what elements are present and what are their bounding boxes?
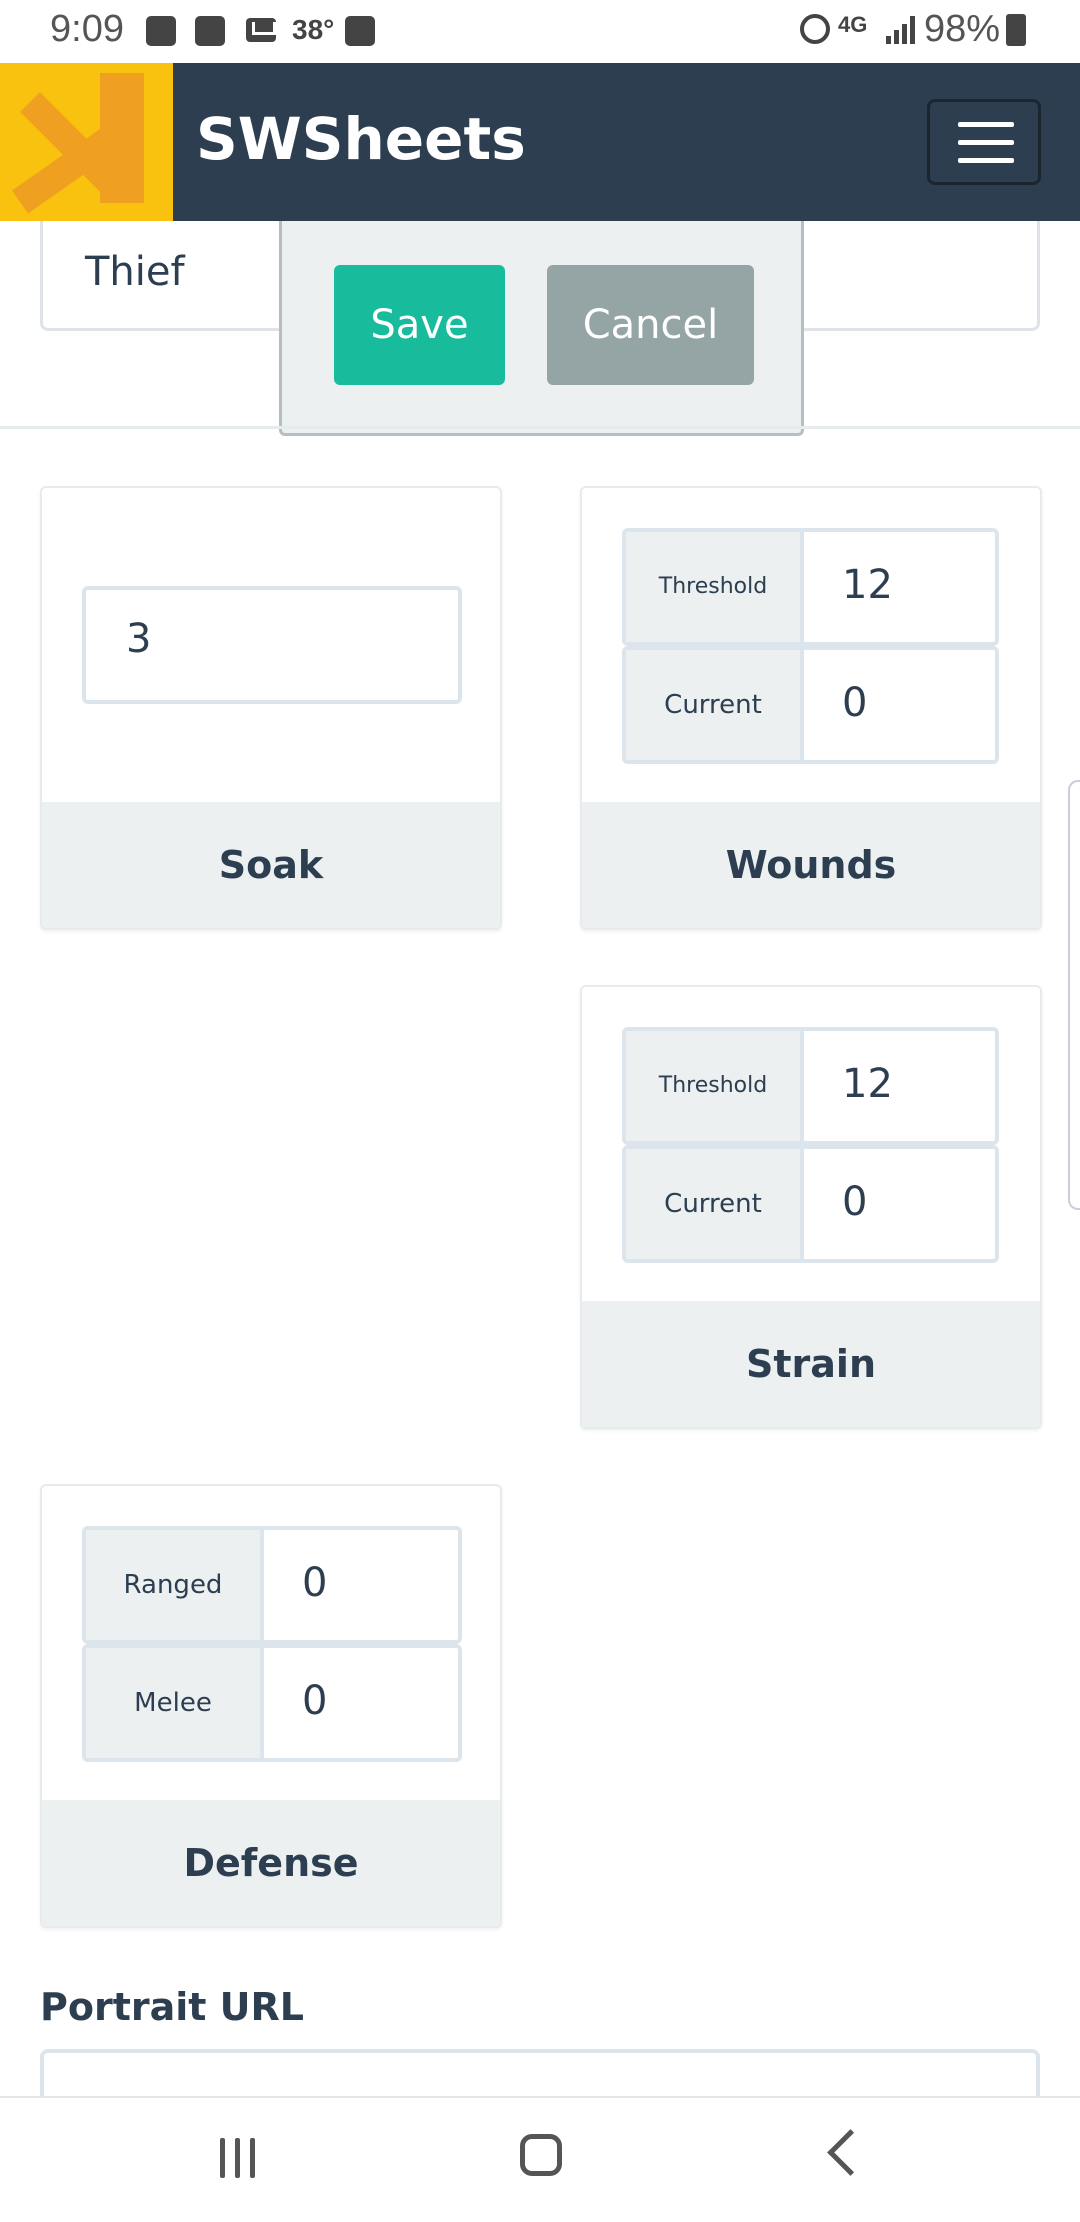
portrait-url-label: Portrait URL [40,1985,304,2029]
mail-icon [246,18,276,42]
defense-melee-input[interactable]: 0 [302,1678,327,1724]
class-value: Thief [85,249,185,295]
strain-current-label: Current [626,1149,804,1259]
temperature-text: 38° [292,14,335,45]
wounds-threshold-label: Threshold [626,532,804,642]
soak-value: 3 [126,616,152,662]
wounds-card: Threshold 12 Current 0 Wounds [580,486,1042,930]
defense-melee-group[interactable]: Melee 0 [82,1644,462,1762]
system-nav-bar [0,2096,1080,2222]
brand-title[interactable]: SWSheets [196,105,526,173]
defense-ranged-group[interactable]: Ranged 0 [82,1526,462,1644]
screenshot-icon [345,16,375,46]
status-time: 9:09 [50,8,124,50]
soak-card: 3 Soak [40,486,502,930]
strain-threshold-input[interactable]: 12 [842,1061,893,1107]
network-icon: 4G [838,12,868,37]
strain-current-group[interactable]: Current 0 [622,1145,999,1263]
cancel-button[interactable]: Cancel [547,265,754,385]
edge-panel-handle[interactable] [1068,780,1080,1210]
battery-percent: 98% [923,8,1000,50]
status-bar: 9:09 38° 4G 98% [0,0,1080,63]
defense-melee-label: Melee [86,1648,264,1758]
recent-apps-icon[interactable] [220,2138,256,2178]
home-icon[interactable] [520,2134,562,2176]
notification-icon [146,16,176,46]
wounds-threshold-group[interactable]: Threshold 12 [622,528,999,646]
strain-threshold-group[interactable]: Threshold 12 [622,1027,999,1145]
defense-card: Ranged 0 Melee 0 Defense [40,1484,502,1928]
strain-title: Strain [582,1301,1040,1427]
alarm-icon [800,14,830,44]
signal-icon [886,14,920,44]
defense-title: Defense [42,1800,500,1926]
battery-icon [1006,14,1026,46]
divider [0,426,1080,429]
soak-input[interactable]: 3 [82,586,462,704]
save-button[interactable]: Save [334,265,505,385]
hamburger-menu-button[interactable] [927,99,1041,185]
strain-current-input[interactable]: 0 [842,1179,867,1225]
app-navbar: SWSheets [0,63,1080,221]
wounds-current-input[interactable]: 0 [842,680,867,726]
defense-ranged-input[interactable]: 0 [302,1560,327,1606]
back-icon[interactable] [827,2129,874,2176]
edit-popover: Save Cancel [279,221,804,436]
soak-title: Soak [42,802,500,928]
wounds-title: Wounds [582,802,1040,928]
wounds-threshold-input[interactable]: 12 [842,562,893,608]
notification-icon [195,16,225,46]
app-logo[interactable] [0,63,173,221]
defense-ranged-label: Ranged [86,1530,264,1640]
wounds-current-group[interactable]: Current 0 [622,646,999,764]
wounds-current-label: Current [626,650,804,760]
strain-threshold-label: Threshold [626,1031,804,1141]
strain-card: Threshold 12 Current 0 Strain [580,985,1042,1429]
